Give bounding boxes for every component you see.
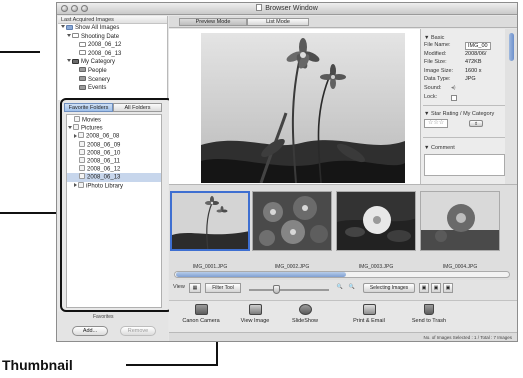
favorites-label: Favorites xyxy=(93,314,114,320)
deselect-icon[interactable]: ▣ xyxy=(443,283,453,293)
status-bar: No. of Images Selected : 1 / Total : 7 I… xyxy=(169,332,517,341)
view-label: View xyxy=(173,284,185,290)
info-row-modified: Modified: 2008/06/ xyxy=(424,50,487,57)
folder-panel-highlight xyxy=(60,98,173,312)
tree-item-2008-06-12[interactable]: 2008_06_12 xyxy=(58,41,167,50)
thumbnail-scroll-thumb[interactable] xyxy=(176,272,346,277)
info-row-image-size: Image Size: 1600 x xyxy=(424,67,482,74)
image-category-tree: Last Acquired Images Show All Images Sho… xyxy=(58,16,168,100)
view-mode-bar: Preview Mode List Mode xyxy=(169,16,517,28)
slideshow-button[interactable]: SlideShow xyxy=(277,304,333,324)
events-icon xyxy=(79,84,86,90)
preview-mode-button[interactable]: Preview Mode xyxy=(179,18,247,26)
slideshow-icon xyxy=(298,304,312,315)
thumbnail-label: IMG_0004.JPG xyxy=(442,264,478,270)
category-select[interactable]: ⇕ xyxy=(469,119,483,127)
thumbnail-img-0004[interactable] xyxy=(420,191,500,251)
info-row-sound: Sound: ◂) xyxy=(424,84,456,93)
add-favorite-button[interactable]: Add... xyxy=(72,326,108,336)
comment-field[interactable] xyxy=(424,154,505,177)
tree-item-2008-06-13[interactable]: 2008_06_13 xyxy=(58,50,167,59)
action-toolbar: Canon Camera View Image SlideShow Print … xyxy=(169,300,517,332)
document-icon xyxy=(256,4,263,11)
info-row-file-name: File Name: IMG_00 xyxy=(421,41,508,50)
preview-image[interactable] xyxy=(201,33,405,183)
view-image-icon xyxy=(248,304,262,315)
info-scroll-thumb[interactable] xyxy=(509,33,514,61)
disclosure-triangle-icon[interactable] xyxy=(67,33,71,37)
browser-window: Browser Window Last Acquired Images Show… xyxy=(56,2,518,342)
thumbnail-label: IMG_0003.JPG xyxy=(358,264,394,270)
last-acquired-images-header[interactable]: Last Acquired Images xyxy=(58,16,167,24)
select-all-icon[interactable]: ▣ xyxy=(419,283,429,293)
tree-item-show-all-images[interactable]: Show All Images xyxy=(58,24,167,33)
selecting-images-select[interactable]: Selecting Images xyxy=(363,283,415,293)
disclosure-triangle-icon[interactable] xyxy=(61,25,65,28)
favorites-panel: Favorites Add... Remove xyxy=(58,312,168,341)
speaker-icon[interactable]: ◂) xyxy=(451,84,456,93)
tree-item-people[interactable]: People xyxy=(58,67,167,76)
star-rating-row: ☆☆☆ ⇕ xyxy=(421,118,508,131)
thumbnail-img-0001[interactable] xyxy=(170,191,250,251)
folder-icon xyxy=(66,24,73,30)
canon-camera-button[interactable]: Canon Camera xyxy=(173,304,229,324)
image-info-panel: ▼ Basic File Name: IMG_00 Modified: 2008/0… xyxy=(420,29,508,184)
thumbnail-size-slider[interactable] xyxy=(249,285,329,294)
trash-icon xyxy=(424,304,434,315)
info-divider xyxy=(423,105,506,107)
info-row-data-type: Data Type: JPG xyxy=(424,76,476,83)
info-row-lock: Lock: xyxy=(421,93,508,102)
thumbnail-callout-label: Thumbnail xyxy=(2,357,73,373)
window-title: Browser Window xyxy=(265,5,318,12)
view-toolbar: View ▦ Filter Tool 🔍 🔍 Selecting Images … xyxy=(169,280,517,300)
comment-header[interactable]: ▼ Comment xyxy=(421,144,508,153)
view-image-button[interactable]: View Image xyxy=(227,304,283,324)
thumbnail-strip: IMG_0001.JPG IMG_0002.JPG IMG_0003.JPG I… xyxy=(169,184,517,280)
filter-tool-button[interactable]: Filter Tool xyxy=(205,283,241,293)
tree-item-events[interactable]: Events xyxy=(58,84,167,93)
thumbnail-label: IMG_0001.JPG xyxy=(192,264,228,270)
thumbnail-img-0002[interactable] xyxy=(252,191,332,251)
scenery-icon xyxy=(79,76,86,82)
tree-item-scenery[interactable]: Scenery xyxy=(58,76,167,85)
info-divider-2 xyxy=(423,136,506,138)
slider-knob[interactable] xyxy=(273,285,280,294)
list-mode-button[interactable]: List Mode xyxy=(247,18,309,26)
callout-line-thumbnail-horizontal xyxy=(126,364,218,366)
send-to-trash-button[interactable]: Send to Trash xyxy=(401,304,457,324)
star-rating-stars[interactable]: ☆☆☆ xyxy=(424,118,449,128)
tree-item-my-category[interactable]: My Category xyxy=(58,58,167,67)
remove-favorite-button[interactable]: Remove xyxy=(120,326,156,336)
calendar-icon xyxy=(72,33,79,39)
callout-line-top xyxy=(0,51,40,53)
thumbnail-horizontal-scrollbar[interactable] xyxy=(174,271,510,278)
calendar-day-icon xyxy=(79,50,86,56)
tree-item-shooting-date[interactable]: Shooting Date xyxy=(58,33,167,42)
star-rating-header[interactable]: ▼ Star Rating / My Category xyxy=(421,110,508,119)
view-size-button[interactable]: ▦ xyxy=(189,283,201,293)
title-bar[interactable]: Browser Window xyxy=(57,3,517,15)
calendar-day-icon xyxy=(79,41,86,47)
print-email-button[interactable]: Print & Email xyxy=(341,304,397,324)
zoom-out-icon[interactable]: 🔍 xyxy=(335,283,345,293)
category-icon xyxy=(72,58,79,64)
info-row-file-size: File Size: 472KB xyxy=(424,59,482,66)
people-icon xyxy=(79,67,86,73)
camera-icon xyxy=(194,304,208,315)
thumbnail-img-0003[interactable] xyxy=(336,191,416,251)
printer-icon xyxy=(362,304,376,315)
status-text: No. of Images Selected : 1 / Total : 7 I… xyxy=(423,335,512,340)
callout-line-mid xyxy=(0,212,62,214)
select-filtered-icon[interactable]: ▣ xyxy=(431,283,441,293)
info-panel-scrollbar[interactable] xyxy=(505,29,517,184)
thumbnail-label: IMG_0002.JPG xyxy=(274,264,310,270)
lock-checkbox[interactable] xyxy=(451,94,457,101)
zoom-in-icon[interactable]: 🔍 xyxy=(347,283,357,293)
disclosure-triangle-icon[interactable] xyxy=(67,59,71,63)
